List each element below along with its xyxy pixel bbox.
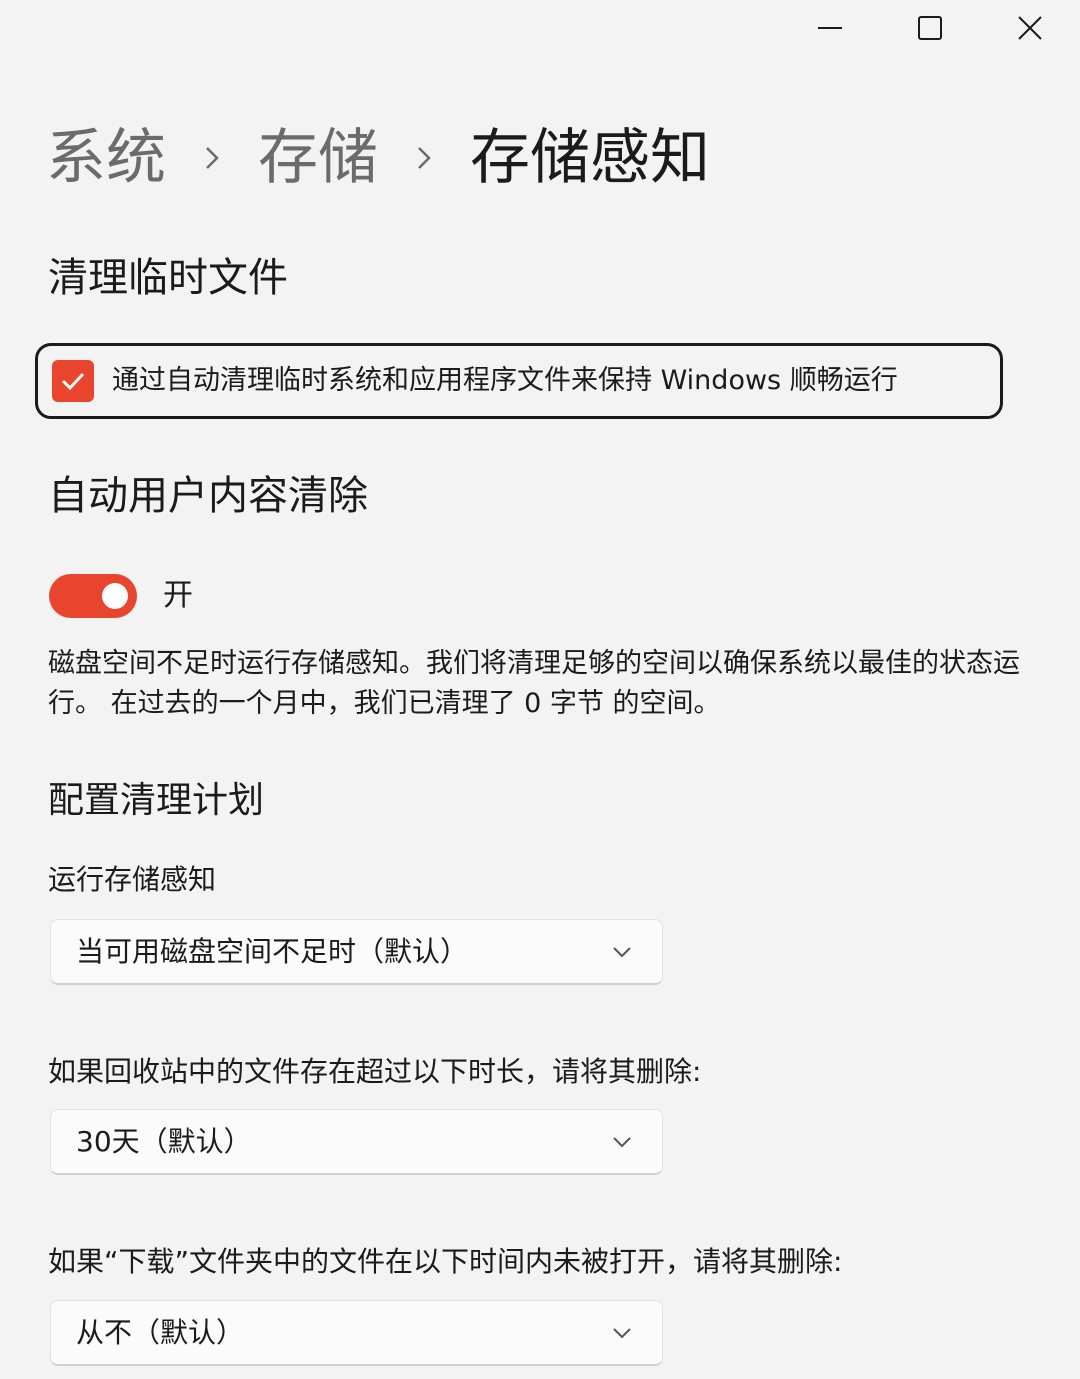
minimize-icon [818, 27, 842, 29]
dropdown-value: 从不（默认） [76, 1315, 245, 1349]
recycle-bin-dropdown[interactable]: 30天（默认） [50, 1109, 663, 1175]
run-storage-sense-dropdown[interactable]: 当可用磁盘空间不足时（默认） [50, 919, 663, 985]
run-storage-sense-label: 运行存储感知 [48, 863, 217, 896]
downloads-dropdown[interactable]: 从不（默认） [50, 1300, 663, 1366]
chevron-down-icon [613, 1327, 631, 1338]
page-title: 存储感知 [470, 123, 710, 193]
chevron-down-icon [613, 1136, 631, 1147]
checkmark-icon [61, 372, 85, 391]
chevron-right-icon [378, 118, 470, 198]
toggle-knob [102, 583, 128, 609]
temp-files-checkbox-row[interactable]: 通过自动清理临时系统和应用程序文件来保持 Windows 顺畅运行 [35, 343, 1003, 419]
section-title-temp-files: 清理临时文件 [48, 255, 288, 301]
breadcrumb-item-system[interactable]: 系统 [46, 118, 166, 198]
section-title-auto-cleanup: 自动用户内容清除 [48, 473, 368, 519]
maximize-icon [918, 16, 942, 40]
close-icon [1018, 16, 1042, 40]
recycle-bin-label: 如果回收站中的文件存在超过以下时长，请将其删除: [48, 1055, 702, 1088]
maximize-button[interactable] [880, 0, 980, 56]
chevron-right-icon [166, 118, 258, 198]
caption-buttons [780, 0, 1080, 56]
toggle-state-label: 开 [163, 578, 193, 613]
breadcrumb-item-storage[interactable]: 存储 [258, 118, 378, 198]
auto-cleanup-toggle-row: 开 [49, 574, 193, 618]
section-title-schedule: 配置清理计划 [48, 780, 265, 821]
temp-files-checkbox-label: 通过自动清理临时系统和应用程序文件来保持 Windows 顺畅运行 [112, 365, 898, 396]
breadcrumb: 系统 存储 存储感知 [46, 118, 710, 198]
chevron-down-icon [613, 946, 631, 957]
dropdown-value: 30天（默认） [76, 1124, 252, 1158]
downloads-label: 如果“下载”文件夹中的文件在以下时间内未被打开，请将其删除: [48, 1245, 843, 1278]
dropdown-value: 当可用磁盘空间不足时（默认） [76, 934, 469, 968]
settings-window: 系统 存储 存储感知 清理临时文件 通过自动清理临时系统和应用程序文件来保持 W… [0, 0, 1080, 1379]
temp-files-checkbox[interactable] [52, 360, 94, 402]
auto-cleanup-toggle[interactable] [49, 574, 137, 618]
minimize-button[interactable] [780, 0, 880, 56]
close-button[interactable] [980, 0, 1080, 56]
auto-cleanup-description: 磁盘空间不足时运行存储感知。我们将清理足够的空间以确保系统以最佳的状态运行。 在… [48, 648, 1020, 719]
